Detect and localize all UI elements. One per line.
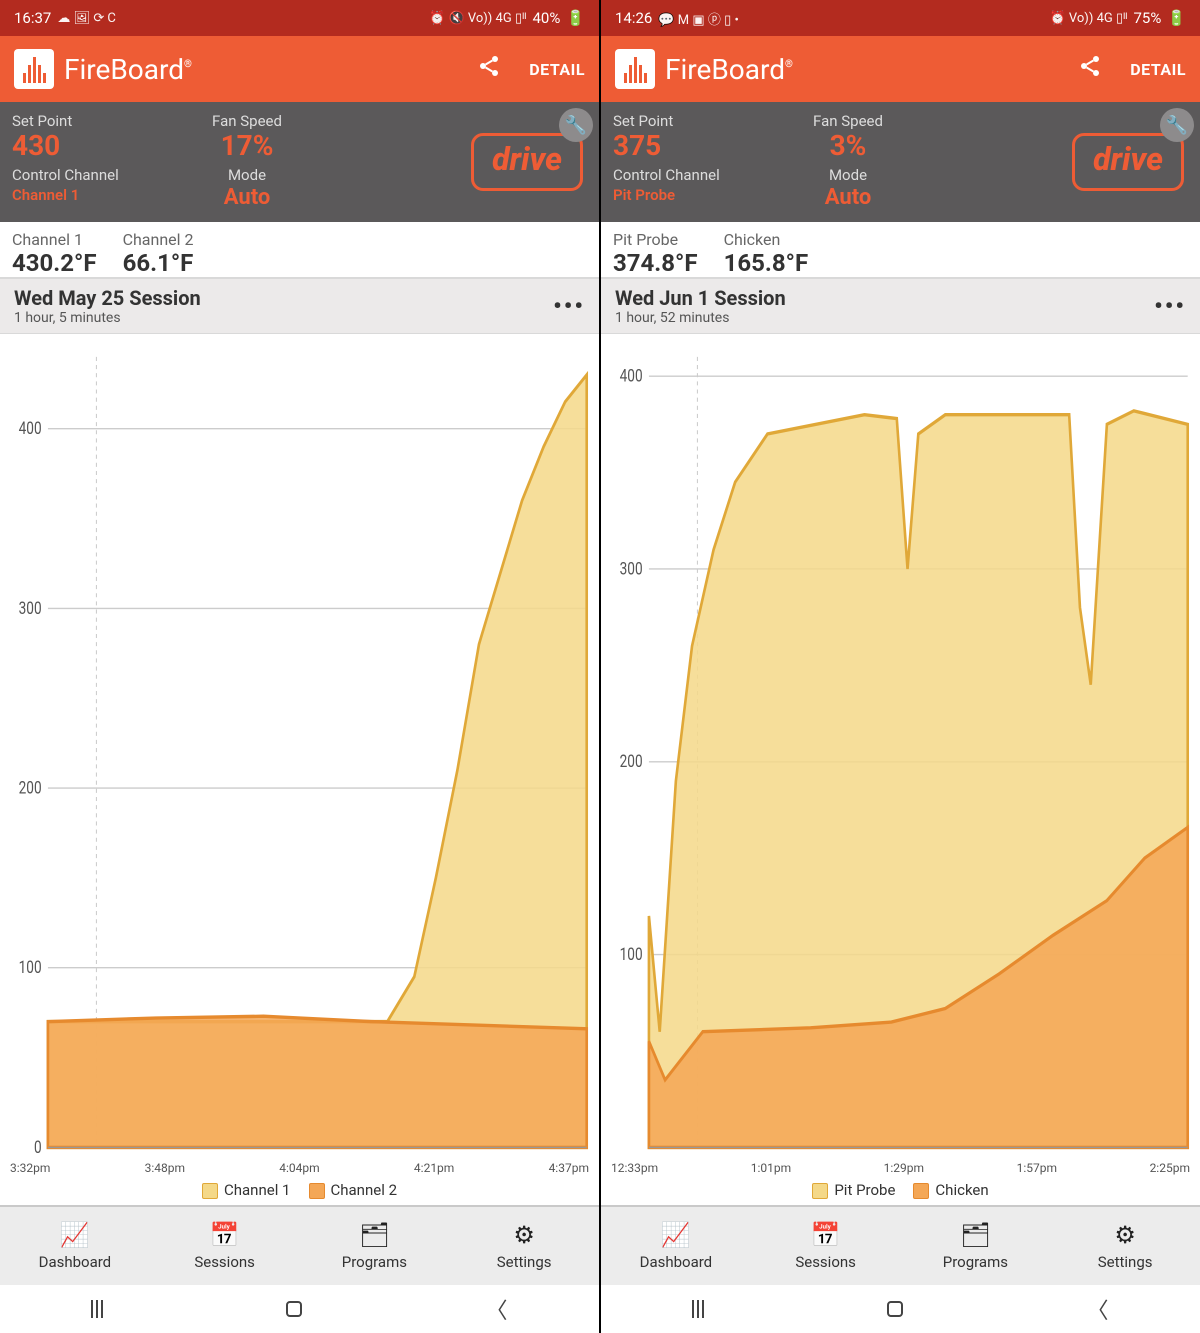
- session-title: Wed Jun 1 Session: [615, 286, 786, 310]
- fan-speed-label: Fan Speed: [783, 112, 913, 130]
- svg-text:400: 400: [19, 417, 42, 438]
- more-icon[interactable]: •••: [1154, 292, 1186, 320]
- channel-readout[interactable]: Channel 2 66.1°F: [123, 230, 194, 269]
- control-channel-label: Control Channel: [613, 166, 773, 184]
- status-right-icons: ⏰ Vo)) 4G ▯ᴵᴵ: [1049, 10, 1127, 26]
- drive-badge[interactable]: drive: [1072, 133, 1184, 191]
- svg-text:0: 0: [34, 1136, 42, 1157]
- set-point-label: Set Point: [613, 112, 773, 130]
- mode-label: Mode: [783, 166, 913, 184]
- screen-right: 14:26 💬 M ▣ ⓟ ▯ • ⏰ Vo)) 4G ▯ᴵᴵ 75% 🔋 Fi…: [601, 0, 1200, 1333]
- back-button[interactable]: 〈: [485, 1293, 507, 1325]
- calendar-icon: 📅: [210, 1221, 240, 1249]
- fan-speed-label: Fan Speed: [182, 112, 312, 130]
- nav-settings[interactable]: ⚙Settings: [1050, 1207, 1200, 1285]
- session-header: Wed May 25 Session 1 hour, 5 minutes •••: [0, 278, 599, 334]
- status-battery: 75%: [1133, 9, 1161, 27]
- control-channel-value: Channel 1: [12, 186, 172, 204]
- share-icon[interactable]: [1078, 54, 1102, 84]
- nav-dashboard[interactable]: 📈Dashboard: [601, 1207, 751, 1285]
- nav-programs[interactable]: 🗂Programs: [300, 1207, 450, 1285]
- bottom-nav: 📈Dashboard 📅Sessions 🗂Programs ⚙Settings: [0, 1205, 599, 1285]
- calendar-icon: 📅: [811, 1221, 841, 1249]
- nav-sessions[interactable]: 📅Sessions: [150, 1207, 300, 1285]
- system-nav: 〈: [601, 1285, 1200, 1333]
- channel-readout[interactable]: Chicken 165.8°F: [724, 230, 809, 269]
- status-time: 14:26: [615, 9, 652, 27]
- detail-button[interactable]: DETAIL: [1130, 60, 1186, 79]
- nav-dashboard[interactable]: 📈Dashboard: [0, 1207, 150, 1285]
- channel-readout[interactable]: Channel 1 430.2°F: [12, 230, 97, 269]
- home-button[interactable]: [286, 1301, 302, 1317]
- drive-panel: 🔧 Set Point 375 Control Channel Pit Prob…: [601, 102, 1200, 222]
- mode-label: Mode: [182, 166, 312, 184]
- nav-sessions[interactable]: 📅Sessions: [751, 1207, 901, 1285]
- svg-text:200: 200: [620, 750, 643, 771]
- nav-programs[interactable]: 🗂Programs: [901, 1207, 1051, 1285]
- channel-readout[interactable]: Pit Probe 374.8°F: [613, 230, 698, 269]
- logo-icon: [14, 49, 54, 89]
- status-time: 16:37: [14, 9, 51, 27]
- drive-panel: 🔧 Set Point 430 Control Channel Channel …: [0, 102, 599, 222]
- status-battery: 40%: [532, 9, 560, 27]
- drive-badge[interactable]: drive: [471, 133, 583, 191]
- chart-area[interactable]: 100200300400 12:33pm1:01pm1:29pm1:57pm2:…: [601, 334, 1200, 1205]
- svg-text:200: 200: [19, 777, 42, 798]
- channel-readouts: Channel 1 430.2°F Channel 2 66.1°F: [0, 222, 599, 278]
- system-nav: 〈: [0, 1285, 599, 1333]
- recents-button[interactable]: [91, 1300, 103, 1318]
- status-bar: 14:26 💬 M ▣ ⓟ ▯ • ⏰ Vo)) 4G ▯ᴵᴵ 75% 🔋: [601, 0, 1200, 36]
- fan-speed-value: 3%: [783, 132, 913, 160]
- channel-readouts: Pit Probe 374.8°F Chicken 165.8°F: [601, 222, 1200, 278]
- control-channel-value: Pit Probe: [613, 186, 773, 204]
- detail-button[interactable]: DETAIL: [529, 60, 585, 79]
- more-icon[interactable]: •••: [553, 292, 585, 320]
- mode-value: Auto: [182, 186, 312, 210]
- chart-area[interactable]: 0100200300400 3:32pm3:48pm4:04pm4:21pm4:…: [0, 334, 599, 1205]
- status-left-icons: ☁ 🖼 ⟳ C: [57, 11, 116, 26]
- status-bar: 16:37 ☁ 🖼 ⟳ C ⏰ 🔇 Vo)) 4G ▯ᴵᴵ 40% 🔋: [0, 0, 599, 36]
- svg-text:300: 300: [620, 558, 643, 579]
- control-channel-label: Control Channel: [12, 166, 172, 184]
- session-title: Wed May 25 Session: [14, 286, 201, 310]
- set-point-label: Set Point: [12, 112, 172, 130]
- home-button[interactable]: [887, 1301, 903, 1317]
- screen-left: 16:37 ☁ 🖼 ⟳ C ⏰ 🔇 Vo)) 4G ▯ᴵᴵ 40% 🔋 Fire…: [0, 0, 599, 1333]
- mode-value: Auto: [783, 186, 913, 210]
- app-header: FireBoard® DETAIL: [0, 36, 599, 102]
- cards-icon: 🗂: [359, 1221, 389, 1249]
- fan-speed-value: 17%: [182, 132, 312, 160]
- status-left-icons: 💬 M ▣ ⓟ ▯ •: [658, 9, 738, 28]
- dashboard-icon: 📈: [60, 1221, 90, 1249]
- gear-icon: ⚙: [1114, 1221, 1136, 1249]
- app-title: FireBoard®: [64, 53, 467, 86]
- dashboard-icon: 📈: [661, 1221, 691, 1249]
- svg-text:400: 400: [620, 365, 643, 386]
- logo-icon: [615, 49, 655, 89]
- session-duration: 1 hour, 5 minutes: [14, 310, 201, 326]
- svg-text:300: 300: [19, 597, 42, 618]
- session-duration: 1 hour, 52 minutes: [615, 310, 786, 326]
- set-point-value: 430: [12, 132, 172, 160]
- cards-icon: 🗂: [960, 1221, 990, 1249]
- svg-text:100: 100: [620, 943, 643, 964]
- app-header: FireBoard® DETAIL: [601, 36, 1200, 102]
- session-header: Wed Jun 1 Session 1 hour, 52 minutes •••: [601, 278, 1200, 334]
- status-right-icons: ⏰ 🔇 Vo)) 4G ▯ᴵᴵ: [429, 10, 526, 26]
- set-point-value: 375: [613, 132, 773, 160]
- share-icon[interactable]: [477, 54, 501, 84]
- wrench-icon[interactable]: 🔧: [1160, 108, 1194, 142]
- wrench-icon[interactable]: 🔧: [559, 108, 593, 142]
- gear-icon: ⚙: [513, 1221, 535, 1249]
- bottom-nav: 📈Dashboard 📅Sessions 🗂Programs ⚙Settings: [601, 1205, 1200, 1285]
- nav-settings[interactable]: ⚙Settings: [449, 1207, 599, 1285]
- svg-text:100: 100: [19, 956, 42, 977]
- recents-button[interactable]: [692, 1300, 704, 1318]
- back-button[interactable]: 〈: [1086, 1293, 1108, 1325]
- app-title: FireBoard®: [665, 53, 1068, 86]
- battery-icon: 🔋: [566, 9, 585, 27]
- battery-icon: 🔋: [1167, 9, 1186, 27]
